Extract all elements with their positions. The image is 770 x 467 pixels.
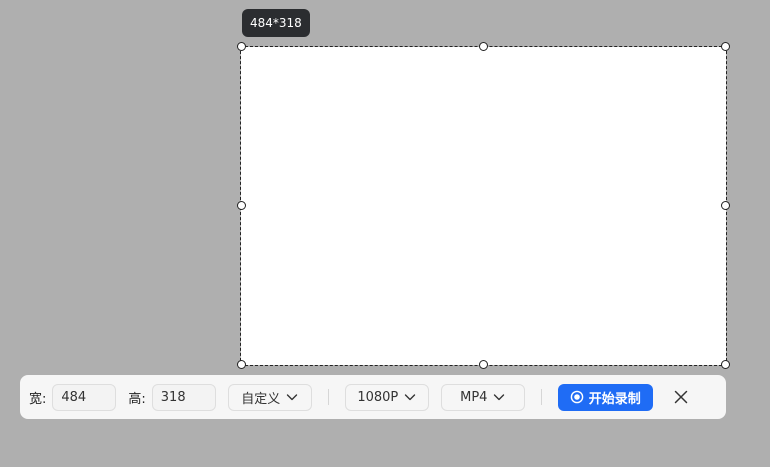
- start-record-button[interactable]: 开始录制: [557, 383, 653, 411]
- screen-capture-overlay: 484*318 宽: 高: 自定义 1080P MP4: [0, 0, 770, 467]
- format-select[interactable]: MP4: [440, 383, 525, 411]
- preset-select[interactable]: 自定义: [227, 383, 312, 411]
- capture-region[interactable]: [240, 46, 727, 366]
- resize-handle-top-right[interactable]: [721, 42, 730, 51]
- height-input[interactable]: [151, 383, 216, 411]
- resolution-select[interactable]: 1080P: [344, 383, 429, 411]
- capture-toolbar: 宽: 高: 自定义 1080P MP4: [20, 375, 726, 419]
- start-record-label: 开始录制: [588, 391, 641, 407]
- resize-handle-bottom-left[interactable]: [237, 360, 246, 369]
- resize-handle-bottom-center[interactable]: [479, 360, 488, 369]
- resolution-select-value: 1080P: [357, 389, 399, 405]
- toolbar-divider: [327, 389, 329, 405]
- resize-handle-top-left[interactable]: [237, 42, 246, 51]
- resize-handle-middle-left[interactable]: [237, 201, 246, 210]
- size-tooltip: 484*318: [242, 9, 310, 37]
- close-button[interactable]: [669, 385, 693, 409]
- record-circle-icon: [570, 390, 584, 404]
- chevron-down-icon: [287, 394, 298, 401]
- close-icon: [674, 390, 688, 404]
- preset-select-value: 自定义: [241, 391, 281, 407]
- chevron-down-icon: [494, 394, 505, 401]
- resize-handle-middle-right[interactable]: [721, 201, 730, 210]
- format-select-value: MP4: [460, 389, 488, 405]
- width-label: 宽:: [29, 391, 47, 407]
- toolbar-divider: [540, 389, 542, 405]
- resize-handle-bottom-right[interactable]: [721, 360, 730, 369]
- width-input[interactable]: [52, 383, 117, 411]
- height-label: 高:: [128, 391, 146, 407]
- resize-handle-top-center[interactable]: [479, 42, 488, 51]
- chevron-down-icon: [405, 394, 416, 401]
